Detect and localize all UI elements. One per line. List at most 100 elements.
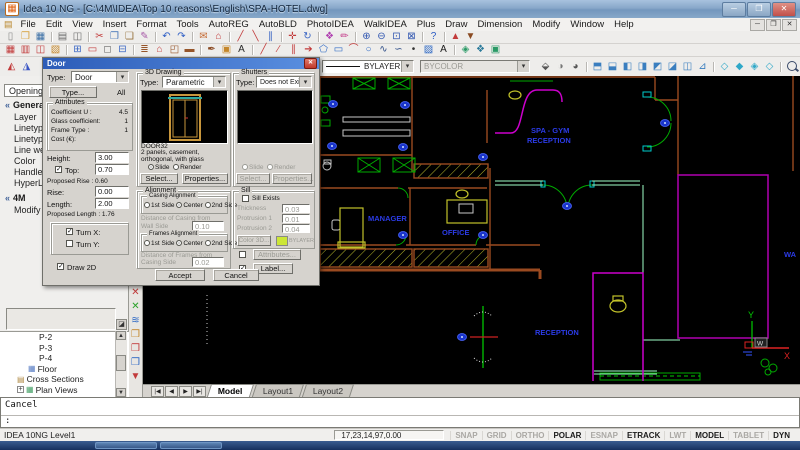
roof-icon[interactable]: ⌂: [153, 44, 166, 56]
rectangle-icon[interactable]: ▭: [332, 44, 345, 56]
undo-icon[interactable]: ↶: [160, 31, 173, 43]
maximize-button[interactable]: ❐: [747, 2, 771, 17]
select-button[interactable]: Select...: [140, 173, 178, 184]
etransmit-icon[interactable]: ✉: [197, 31, 210, 43]
copy-icon[interactable]: ❐: [108, 31, 121, 43]
grid-icon[interactable]: ⊞: [71, 44, 84, 56]
opening-icon[interactable]: ◻: [101, 44, 114, 56]
properties-button[interactable]: Properties...: [182, 173, 228, 184]
view-back-icon[interactable]: ◪: [666, 61, 679, 73]
toggle-esnap[interactable]: ESNAP: [585, 431, 622, 440]
match-properties-icon[interactable]: ✎: [138, 31, 151, 43]
open-icon[interactable]: ❒: [19, 31, 32, 43]
menu-view[interactable]: View: [67, 19, 97, 30]
drawing-3d-type-combo[interactable]: Parametric: [162, 76, 226, 88]
menu-tools[interactable]: Tools: [171, 19, 203, 30]
top-field[interactable]: 0.70: [95, 164, 129, 175]
table-icon[interactable]: ▥: [19, 44, 32, 56]
view-bottom-icon[interactable]: ⬓: [606, 61, 619, 73]
circle-icon[interactable]: ○: [362, 44, 375, 56]
next-tab-button[interactable]: ▶: [179, 386, 192, 397]
dialog-close-icon[interactable]: [304, 58, 317, 69]
menu-photoidea[interactable]: PhotoIDEA: [302, 19, 359, 30]
materials-icon[interactable]: ◕: [569, 61, 582, 73]
scroll-down-icon[interactable]: ▼: [116, 388, 126, 397]
point-icon[interactable]: •: [407, 44, 420, 56]
multiline-icon[interactable]: ∥: [264, 31, 277, 43]
view-se-iso-icon[interactable]: ⊿: [696, 61, 709, 73]
scroll-thumb[interactable]: [116, 355, 126, 371]
chevron-down-icon[interactable]: [401, 61, 413, 72]
chevron-down-icon[interactable]: [116, 72, 128, 82]
layout-cells-icon[interactable]: ◫: [34, 44, 47, 56]
tree-scrollbar[interactable]: ▲ ▼: [115, 331, 127, 397]
shutters-type-combo[interactable]: Does not Exist: [256, 76, 312, 88]
block-icon[interactable]: ▣: [220, 44, 233, 56]
scroll-up-icon[interactable]: ▲: [116, 331, 126, 340]
hatch-icon[interactable]: ▧: [49, 44, 62, 56]
sill-exists-checkbox[interactable]: [242, 195, 249, 202]
iso-nw-icon[interactable]: ◆: [733, 61, 746, 73]
type-button[interactable]: Type...: [49, 86, 97, 98]
zoom-realtime-icon[interactable]: [785, 61, 798, 73]
model-space-icon[interactable]: ◭: [5, 61, 18, 73]
zoom-window-icon[interactable]: ⊡: [390, 31, 403, 43]
toggle-dyn[interactable]: DYN: [768, 431, 794, 440]
menu-autobld[interactable]: AutoBLD: [254, 19, 302, 30]
menu-dimension[interactable]: Dimension: [472, 19, 527, 30]
minimize-button[interactable]: ─: [722, 2, 746, 17]
paste-icon[interactable]: ❏: [123, 31, 136, 43]
view-left-icon[interactable]: ◧: [621, 61, 634, 73]
draw-ray-icon[interactable]: ∕: [272, 44, 285, 56]
iso-ne-icon[interactable]: ◇: [718, 61, 731, 73]
frames-2nd-side-radio[interactable]: [205, 240, 211, 246]
zoom-out-icon[interactable]: ⊖: [375, 31, 388, 43]
label-button[interactable]: Label...: [253, 263, 293, 274]
floor-manager-icon[interactable]: ❒: [129, 343, 142, 355]
render-settings-icon[interactable]: ⬙: [539, 61, 552, 73]
toggle-ortho[interactable]: ORTHO: [511, 431, 549, 440]
cancel-button[interactable]: Cancel: [213, 269, 259, 281]
toggle-snap[interactable]: SNAP: [450, 431, 481, 440]
level-down-icon[interactable]: ▼: [129, 371, 142, 383]
revision-cloud-icon[interactable]: ∽: [392, 44, 405, 56]
redo-icon[interactable]: ↷: [175, 31, 188, 43]
iso-se-icon[interactable]: ◈: [748, 61, 761, 73]
taskbar-item[interactable]: [160, 442, 222, 449]
menu-insert[interactable]: Insert: [98, 19, 132, 30]
casing-1st-side-radio[interactable]: [144, 202, 150, 208]
top-checkbox[interactable]: [55, 166, 62, 173]
rise-field[interactable]: 0.00: [95, 186, 129, 197]
view-top-icon[interactable]: ⬒: [591, 61, 604, 73]
casing-2nd-side-radio[interactable]: [205, 202, 211, 208]
attributes-checkbox[interactable]: [239, 251, 246, 258]
tree-collapse-button[interactable]: ◪: [116, 319, 127, 330]
region-icon[interactable]: ◈: [459, 44, 472, 56]
dialog-title-bar[interactable]: Door: [43, 58, 319, 69]
close-button[interactable]: ✕: [772, 2, 796, 17]
mdi-close-button[interactable]: ✕: [782, 19, 797, 31]
door-type-combo[interactable]: Door: [71, 71, 129, 83]
slab-icon[interactable]: ▬: [183, 44, 196, 56]
first-tab-button[interactable]: |◀: [151, 386, 164, 397]
brush-icon[interactable]: ✏: [338, 31, 351, 43]
zoom-extents-icon[interactable]: ⊠: [405, 31, 418, 43]
toggle-polar[interactable]: POLAR: [548, 431, 585, 440]
tab-layout2[interactable]: Layout2: [302, 384, 354, 397]
draw-2d-checkbox[interactable]: [57, 263, 64, 270]
publish-icon[interactable]: ⌂: [212, 31, 225, 43]
menu-walkidea[interactable]: WalkIDEA: [359, 19, 412, 30]
casing-center-radio[interactable]: [176, 202, 182, 208]
pen-icon[interactable]: ✒: [205, 44, 218, 56]
orbit-icon[interactable]: ↻: [301, 31, 314, 43]
render-radio[interactable]: [173, 164, 179, 170]
toggle-lwt[interactable]: LWT: [664, 431, 690, 440]
menu-plus[interactable]: Plus: [412, 19, 440, 30]
image-icon[interactable]: ▣: [489, 44, 502, 56]
polygon-icon[interactable]: ⬠: [317, 44, 330, 56]
move-up-icon[interactable]: ▲: [449, 31, 462, 43]
arc-icon[interactable]: ⌒: [347, 44, 360, 56]
zoom-in-icon[interactable]: ⊕: [360, 31, 373, 43]
tree-item-p-2[interactable]: P-2: [0, 332, 129, 343]
window-object-icon[interactable]: ⊟: [116, 44, 129, 56]
